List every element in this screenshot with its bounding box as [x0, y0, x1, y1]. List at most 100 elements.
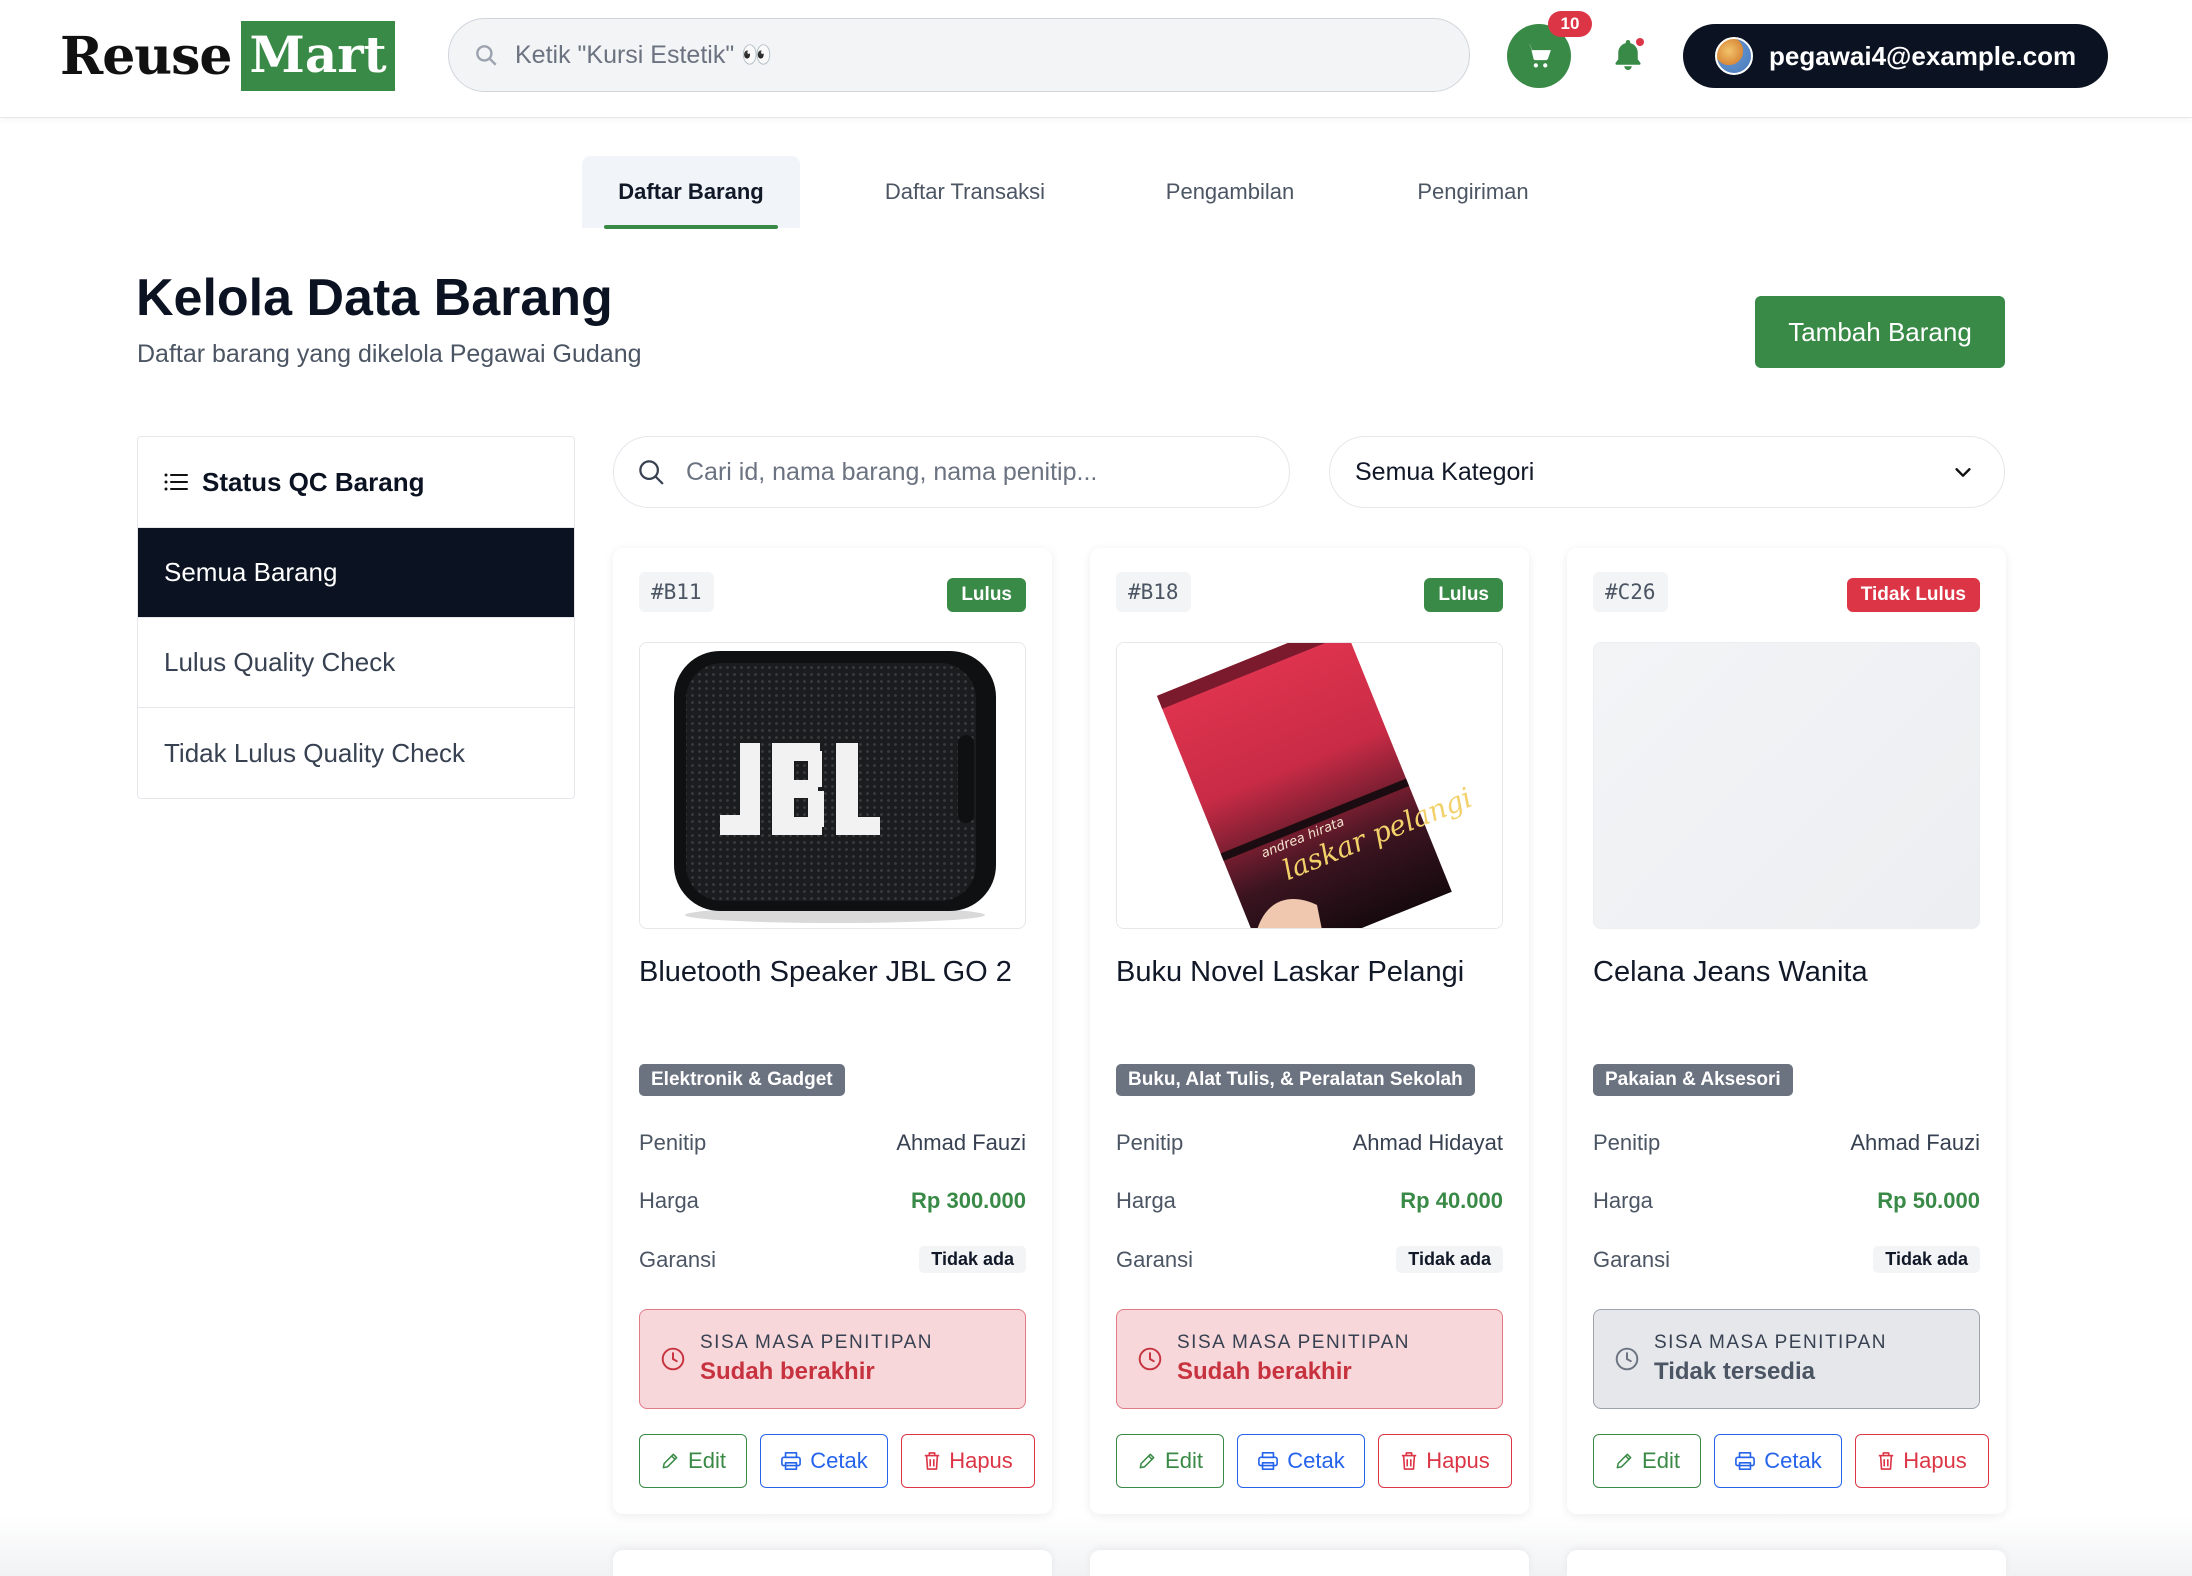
- item-code: #B18: [1116, 572, 1191, 612]
- sidebar-item-semua-barang[interactable]: Semua Barang: [138, 528, 574, 618]
- harga-row: Harga Rp 300.000: [639, 1188, 1026, 1214]
- cart-count-badge: 10: [1548, 11, 1592, 37]
- consignment-period-box: SISA MASA PENITIPAN Sudah berakhir: [639, 1309, 1026, 1409]
- page-subtitle: Daftar barang yang dikelola Pegawai Guda…: [137, 340, 642, 368]
- harga-label: Harga: [1116, 1188, 1176, 1213]
- card-actions: Edit Cetak Hapus: [639, 1434, 1035, 1488]
- harga-value: Rp 40.000: [1400, 1188, 1503, 1213]
- item-search-input[interactable]: Cari id, nama barang, nama penitip...: [613, 436, 1290, 508]
- penitip-value: Ahmad Fauzi: [1850, 1130, 1980, 1155]
- sidebar-item-tidak-lulus-qc[interactable]: Tidak Lulus Quality Check: [138, 708, 574, 798]
- penitip-row: Penitip Ahmad Hidayat: [1116, 1130, 1503, 1156]
- reusemart-logo[interactable]: Reuse Mart: [60, 20, 395, 92]
- delete-button[interactable]: Hapus: [1855, 1434, 1989, 1488]
- delete-button[interactable]: Hapus: [1378, 1434, 1512, 1488]
- edit-button[interactable]: Edit: [1593, 1434, 1701, 1488]
- item-card-next-row: [1567, 1550, 2006, 1576]
- print-button[interactable]: Cetak: [1714, 1434, 1842, 1488]
- trash-icon: [1402, 1452, 1417, 1470]
- penitip-label: Penitip: [1116, 1130, 1184, 1155]
- printer-icon: [1258, 1452, 1279, 1470]
- item-card: #C26 Tidak Lulus Celana Jeans Wanita Pak…: [1567, 548, 2006, 1514]
- sidebar-heading: Status QC Barang: [138, 437, 574, 528]
- print-button[interactable]: Cetak: [760, 1434, 888, 1488]
- harga-row: Harga Rp 50.000: [1593, 1188, 1980, 1214]
- trash-icon: [1879, 1452, 1894, 1470]
- consignment-period-box: SISA MASA PENITIPAN Sudah berakhir: [1116, 1309, 1503, 1409]
- item-category-badge: Pakaian & Aksesori: [1593, 1064, 1793, 1096]
- consignment-period-status: Sudah berakhir: [1177, 1358, 1352, 1385]
- category-selected-value: Semua Kategori: [1355, 457, 1535, 486]
- consignment-period-status: Sudah berakhir: [700, 1358, 875, 1385]
- delete-label: Hapus: [1426, 1448, 1490, 1473]
- add-item-button[interactable]: Tambah Barang: [1755, 296, 2005, 368]
- print-label: Cetak: [1764, 1448, 1822, 1473]
- item-card: #B18 Lulus laskar pelangi andrea hirata: [1090, 548, 1529, 1514]
- print-button[interactable]: Cetak: [1237, 1434, 1365, 1488]
- delete-button[interactable]: Hapus: [901, 1434, 1035, 1488]
- garansi-value: Tidak ada: [1873, 1246, 1980, 1273]
- book-image: laskar pelangi andrea hirata: [1116, 642, 1503, 929]
- item-search-placeholder: Cari id, nama barang, nama penitip...: [686, 457, 1098, 486]
- edit-label: Edit: [1165, 1448, 1203, 1473]
- penitip-row: Penitip Ahmad Fauzi: [1593, 1130, 1980, 1156]
- penitip-value: Ahmad Fauzi: [896, 1130, 1026, 1155]
- item-code: #C26: [1593, 572, 1668, 612]
- garansi-value: Tidak ada: [1396, 1246, 1503, 1273]
- user-menu-button[interactable]: pegawai4@example.com: [1683, 24, 2108, 88]
- global-search-input[interactable]: Ketik "Kursi Estetik" 👀: [448, 18, 1470, 92]
- garansi-label: Garansi: [1116, 1246, 1194, 1272]
- tab-daftar-barang[interactable]: Daftar Barang: [582, 156, 800, 229]
- item-name: Buku Novel Laskar Pelangi: [1116, 956, 1465, 988]
- qc-status-badge: Lulus: [947, 578, 1026, 612]
- print-label: Cetak: [1287, 1448, 1345, 1473]
- harga-value: Rp 300.000: [911, 1188, 1026, 1213]
- garansi-row: Garansi Tidak ada: [1593, 1246, 1980, 1273]
- chevron-down-icon: [1955, 468, 1971, 477]
- delete-label: Hapus: [949, 1448, 1013, 1473]
- consignment-period-label: SISA MASA PENITIPAN: [1177, 1332, 1410, 1353]
- search-icon: [639, 460, 664, 485]
- harga-label: Harga: [639, 1188, 699, 1213]
- printer-icon: [781, 1452, 802, 1470]
- avatar: [1715, 37, 1753, 75]
- pencil-icon: [662, 1453, 678, 1469]
- clock-icon: [661, 1347, 685, 1371]
- pencil-icon: [1139, 1453, 1155, 1469]
- consignment-period-label: SISA MASA PENITIPAN: [700, 1332, 933, 1353]
- clock-icon: [1138, 1347, 1162, 1371]
- pencil-icon: [1616, 1453, 1632, 1469]
- garansi-label: Garansi: [639, 1246, 717, 1272]
- search-icon: [476, 45, 497, 66]
- item-category-badge: Buku, Alat Tulis, & Peralatan Sekolah: [1116, 1064, 1475, 1096]
- tab-pengambilan[interactable]: Pengambilan: [1130, 156, 1330, 228]
- edit-label: Edit: [688, 1448, 726, 1473]
- category-select[interactable]: Semua Kategori: [1329, 436, 2005, 508]
- speaker-image: [639, 642, 1026, 929]
- card-actions: Edit Cetak Hapus: [1593, 1434, 1989, 1488]
- card-actions: Edit Cetak Hapus: [1116, 1434, 1512, 1488]
- logo-text-reuse: Reuse: [60, 25, 232, 87]
- page-title: Kelola Data Barang: [136, 269, 613, 327]
- item-name: Celana Jeans Wanita: [1593, 956, 1868, 988]
- main-tabs: Daftar Barang Daftar Transaksi Pengambil…: [582, 156, 1616, 229]
- garansi-row: Garansi Tidak ada: [1116, 1246, 1503, 1273]
- garansi-row: Garansi Tidak ada: [639, 1246, 1026, 1273]
- list-icon: [164, 473, 188, 491]
- penitip-label: Penitip: [1593, 1130, 1661, 1155]
- delete-label: Hapus: [1903, 1448, 1967, 1473]
- qc-status-badge: Tidak Lulus: [1846, 578, 1980, 612]
- edit-button[interactable]: Edit: [1116, 1434, 1224, 1488]
- image-placeholder: [1593, 642, 1980, 929]
- sidebar-item-lulus-qc[interactable]: Lulus Quality Check: [138, 618, 574, 708]
- harga-label: Harga: [1593, 1188, 1653, 1213]
- garansi-value: Tidak ada: [919, 1246, 1026, 1273]
- printer-icon: [1735, 1452, 1756, 1470]
- tab-daftar-transaksi[interactable]: Daftar Transaksi: [800, 156, 1130, 228]
- edit-button[interactable]: Edit: [639, 1434, 747, 1488]
- penitip-row: Penitip Ahmad Fauzi: [639, 1130, 1026, 1156]
- harga-row: Harga Rp 40.000: [1116, 1188, 1503, 1214]
- cart-icon: [1526, 44, 1551, 68]
- consignment-period-status: Tidak tersedia: [1654, 1358, 1815, 1385]
- tab-pengiriman[interactable]: Pengiriman: [1330, 156, 1616, 228]
